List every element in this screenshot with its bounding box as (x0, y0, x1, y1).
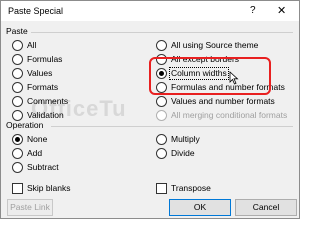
highlight-box (149, 57, 271, 95)
label-skip-blanks: Skip blanks (27, 183, 71, 193)
radio-paste-merging-conditional (156, 109, 170, 123)
radio-op-subtract[interactable] (12, 161, 26, 175)
close-button[interactable]: ✕ (277, 4, 286, 17)
selected-dot (15, 137, 20, 142)
title-bar: Paste Special ? ✕ (1, 1, 299, 21)
radio-paste-source-theme[interactable] (156, 39, 170, 53)
radio-op-add[interactable] (12, 147, 26, 161)
label-op-none: None (27, 134, 48, 144)
radio-op-none[interactable] (12, 133, 26, 147)
ok-button[interactable]: OK (169, 199, 231, 216)
mouse-pointer-icon (229, 71, 239, 85)
operation-divider (51, 126, 293, 127)
label-paste-values: Values (27, 68, 53, 78)
label-paste-formulas: Formulas (27, 54, 63, 64)
label-op-multiply: Multiply (171, 134, 200, 144)
cancel-button[interactable]: Cancel (235, 199, 297, 216)
paste-special-dialog: Paste Special ? ✕ OfficeTu Paste All For… (0, 0, 300, 219)
radio-op-divide[interactable] (156, 147, 170, 161)
help-button[interactable]: ? (250, 5, 256, 16)
label-op-subtract: Subtract (27, 162, 59, 172)
radio-paste-formulas[interactable] (12, 53, 26, 67)
radio-paste-values[interactable] (12, 67, 26, 81)
label-paste-values-number-formats: Values and number formats (171, 96, 275, 106)
label-paste-merging-conditional: All merging conditional formats (171, 110, 288, 120)
label-op-divide: Divide (171, 148, 195, 158)
dialog-title: Paste Special (8, 6, 64, 16)
radio-op-multiply[interactable] (156, 133, 170, 147)
label-paste-formats: Formats (27, 82, 59, 92)
label-transpose: Transpose (171, 183, 211, 193)
radio-paste-comments[interactable] (12, 95, 26, 109)
paste-link-button[interactable]: Paste Link (7, 199, 53, 216)
radio-paste-all[interactable] (12, 39, 26, 53)
operation-section-label: Operation (6, 120, 44, 130)
skip-blanks-checkbox[interactable] (12, 183, 23, 194)
label-paste-all: All (27, 40, 37, 50)
label-op-add: Add (27, 148, 43, 158)
label-paste-validation: Validation (27, 110, 64, 120)
radio-paste-values-number-formats[interactable] (156, 95, 170, 109)
label-paste-source-theme: All using Source theme (171, 40, 259, 50)
transpose-checkbox[interactable] (156, 183, 167, 194)
paste-divider (31, 32, 293, 33)
paste-section-label: Paste (6, 26, 28, 36)
radio-paste-formats[interactable] (12, 81, 26, 95)
label-paste-comments: Comments (27, 96, 69, 106)
